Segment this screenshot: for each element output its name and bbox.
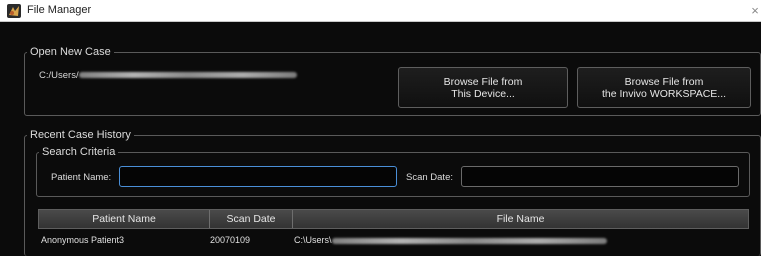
open-new-case-legend: Open New Case xyxy=(30,46,111,58)
scan-date-label: Scan Date: xyxy=(406,172,453,183)
cell-patient-name: Anonymous Patient3 xyxy=(41,235,125,245)
recent-case-history-legend: Recent Case History xyxy=(30,129,131,141)
title-bar: File Manager × xyxy=(0,0,761,22)
cell-file-name: C:\Users\ xyxy=(294,230,607,250)
patient-name-label: Patient Name: xyxy=(51,172,112,183)
app-icon xyxy=(7,4,21,18)
table-row[interactable]: Anonymous Patient3 20070109 C:\Users\ xyxy=(38,230,749,250)
browse-workspace-line2: the Invivo WORKSPACE... xyxy=(601,87,727,100)
redacted-file-path xyxy=(331,237,607,244)
redacted-path xyxy=(78,72,297,79)
scan-date-input[interactable] xyxy=(461,166,739,187)
browse-workspace-line1: Browse File from xyxy=(624,75,704,88)
table-header: Patient Name Scan Date File Name xyxy=(38,209,749,229)
column-file-name[interactable]: File Name xyxy=(293,210,748,228)
browse-device-line2: This Device... xyxy=(451,87,515,100)
browse-device-line1: Browse File from xyxy=(443,75,523,88)
column-scan-date[interactable]: Scan Date xyxy=(210,210,292,228)
cell-scan-date: 20070109 xyxy=(210,235,251,245)
case-path-prefix: C:/Users/ xyxy=(39,70,79,81)
file-path-prefix: C:\Users\ xyxy=(294,235,332,245)
browse-workspace-button[interactable]: Browse File from the Invivo WORKSPACE... xyxy=(577,67,751,108)
search-criteria-legend: Search Criteria xyxy=(42,146,116,158)
case-path: C:/Users/ xyxy=(39,70,297,81)
browse-device-button[interactable]: Browse File from This Device... xyxy=(398,67,568,108)
close-icon[interactable]: × xyxy=(749,3,761,18)
patient-name-input[interactable] xyxy=(119,166,397,187)
window-title: File Manager xyxy=(27,4,92,16)
column-patient-name[interactable]: Patient Name xyxy=(39,210,209,228)
